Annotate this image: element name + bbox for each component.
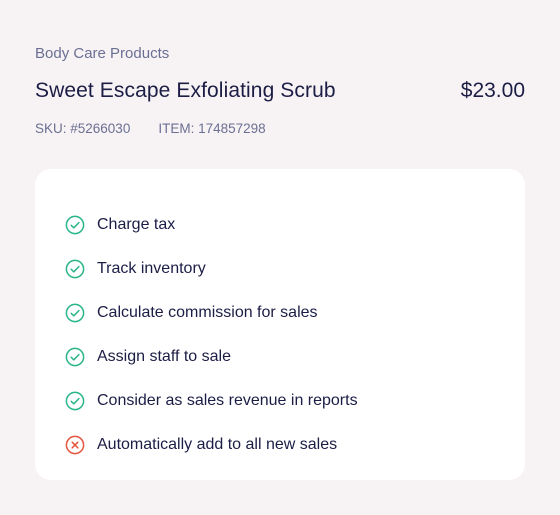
product-item-number: ITEM: 174857298: [158, 121, 266, 136]
check-circle-icon: [65, 303, 85, 323]
product-header: Body Care Products Sweet Escape Exfoliat…: [35, 44, 525, 138]
check-circle-icon: [65, 215, 85, 235]
product-meta: SKU: #5266030 ITEM: 174857298: [35, 120, 525, 138]
setting-label: Track inventory: [97, 260, 206, 277]
check-circle-icon: [65, 259, 85, 279]
setting-label: Charge tax: [97, 216, 176, 233]
setting-item: Track inventory: [65, 247, 525, 291]
setting-label: Calculate commission for sales: [97, 304, 318, 321]
setting-item: Consider as sales revenue in reports: [65, 379, 525, 423]
settings-card: Charge tax Track inventory Calculate commi…: [35, 169, 525, 480]
product-category: Body Care Products: [35, 45, 170, 62]
product-sku: SKU: #5266030: [35, 121, 131, 136]
setting-item: Automatically add to all new sales: [65, 423, 525, 467]
setting-item: Assign staff to sale: [65, 335, 525, 379]
setting-label: Automatically add to all new sales: [97, 436, 338, 453]
product-price: $23.00: [460, 79, 525, 102]
product-title-row: Sweet Escape Exfoliating Scrub $23.00: [35, 76, 525, 106]
setting-item: Calculate commission for sales: [65, 291, 525, 335]
settings-list: Charge tax Track inventory Calculate commi…: [65, 203, 525, 467]
check-circle-icon: [65, 391, 85, 411]
setting-label: Consider as sales revenue in reports: [97, 392, 358, 409]
x-circle-icon: [65, 435, 85, 455]
setting-label: Assign staff to sale: [97, 348, 231, 365]
product-name: Sweet Escape Exfoliating Scrub: [35, 79, 336, 102]
setting-item: Charge tax: [65, 203, 525, 247]
check-circle-icon: [65, 347, 85, 367]
